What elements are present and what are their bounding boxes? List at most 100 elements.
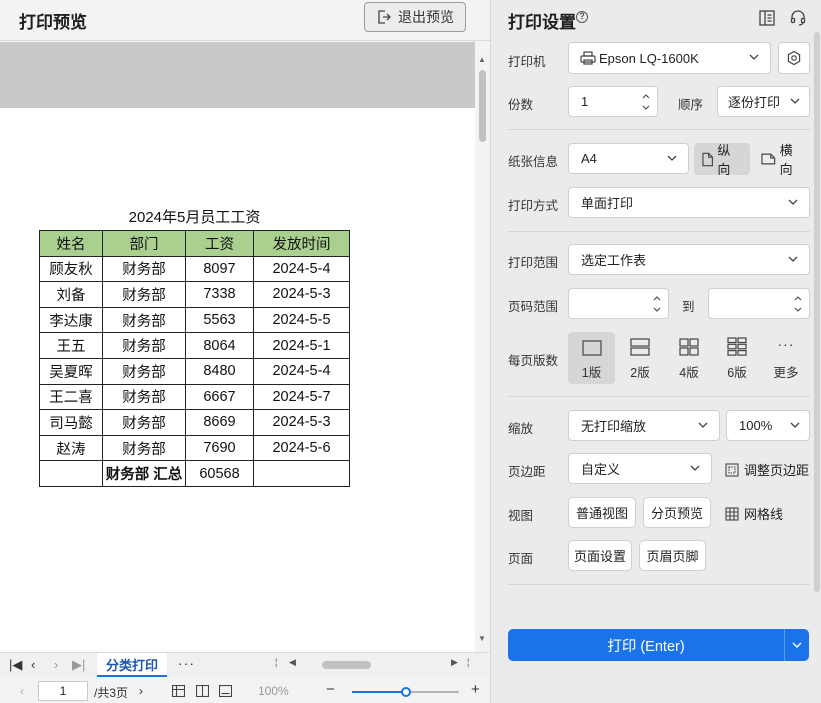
scroll-thumb[interactable] bbox=[479, 70, 486, 142]
print-button[interactable]: 打印 (Enter) bbox=[508, 629, 809, 661]
copies-stepper-icon[interactable] bbox=[641, 90, 651, 114]
exit-preview-button[interactable]: 退出预览 bbox=[364, 2, 466, 32]
sheet-title: 2024年5月员工工资 bbox=[128, 209, 261, 226]
scale-percent-select[interactable]: 100% bbox=[726, 410, 810, 441]
margin-value: 自定义 bbox=[581, 462, 621, 477]
reading-view-icon[interactable] bbox=[196, 685, 209, 697]
panel-layout-icon[interactable] bbox=[758, 9, 776, 27]
page-from-stepper-icon[interactable] bbox=[652, 292, 662, 316]
print-options-dropdown[interactable] bbox=[785, 629, 809, 661]
table-cell: 赵涛 bbox=[39, 434, 103, 462]
preview-canvas[interactable]: 2024年5月员工工资 姓名 部门 工资 发放时间 顾友秋 财务部 8097 2024… bbox=[0, 42, 475, 652]
scroll-left-separator-icon: ¦ bbox=[275, 657, 278, 667]
prev-sheet-icon[interactable]: ‹ bbox=[31, 657, 35, 672]
adjust-margin-button[interactable]: 调整页边距 bbox=[725, 460, 809, 479]
portrait-page-icon bbox=[702, 152, 713, 166]
landscape-label: 横向 bbox=[779, 143, 793, 177]
page-range-from-input[interactable] bbox=[568, 288, 669, 319]
table-cell: 王五 bbox=[39, 332, 103, 359]
summary-cell: 60568 bbox=[185, 460, 254, 487]
margin-select[interactable]: 自定义 bbox=[568, 453, 712, 484]
layout-6-option[interactable]: 6版 bbox=[715, 332, 759, 384]
help-icon[interactable]: ? bbox=[576, 11, 588, 23]
first-sheet-icon[interactable]: |◀ bbox=[9, 657, 22, 673]
page-to-stepper-icon[interactable] bbox=[793, 292, 803, 316]
preview-page: 2024年5月员工工资 姓名 部门 工资 发放时间 顾友秋 财务部 8097 2024… bbox=[0, 108, 475, 652]
copies-input[interactable]: 1 bbox=[568, 86, 658, 117]
page-range-to-input[interactable] bbox=[708, 288, 810, 319]
next-page-icon[interactable]: › bbox=[139, 684, 143, 698]
view-label: 视图 bbox=[508, 509, 534, 523]
order-label: 顺序 bbox=[678, 98, 704, 112]
printer-select[interactable]: Epson LQ-1600K bbox=[568, 42, 771, 74]
horizontal-scrollbar[interactable]: ¦ ◀ ▶ ¦ bbox=[275, 656, 469, 673]
layout-1-label: 1版 bbox=[581, 366, 602, 380]
zoom-percent: 100% bbox=[258, 684, 289, 698]
last-sheet-icon[interactable]: ▶| bbox=[72, 657, 85, 673]
sheet-tab-bar: |◀ ‹ › ▶| 分类打印 ··· ¦ ◀ ▶ ¦ bbox=[0, 652, 490, 677]
gridlines-toggle[interactable]: 网格线 bbox=[725, 504, 783, 523]
table-cell: 2024-5-1 bbox=[253, 332, 350, 359]
zoom-out-icon[interactable]: − bbox=[326, 681, 335, 698]
table-cell: 财务部 bbox=[102, 332, 186, 359]
sheet-tab[interactable]: 分类打印 bbox=[97, 653, 167, 677]
zoom-slider[interactable] bbox=[352, 687, 459, 697]
table-cell: 顾友秋 bbox=[39, 255, 103, 283]
page-setup-button[interactable]: 页面设置 bbox=[568, 540, 632, 571]
scroll-left-icon[interactable]: ◀ bbox=[289, 657, 296, 668]
print-mode-value: 单面打印 bbox=[581, 196, 634, 211]
print-settings-panel: 打印设置 ? 打印机 Epson LQ-1600K 份数 1 顺序 逐份打印 纸… bbox=[490, 0, 821, 703]
settings-scroll-thumb[interactable] bbox=[814, 32, 820, 592]
portrait-button[interactable]: 纵向 bbox=[694, 143, 750, 177]
layout-1-option[interactable]: 1版 bbox=[568, 332, 615, 384]
prev-page-icon[interactable]: ‹ bbox=[20, 684, 24, 698]
scroll-right-icon[interactable]: ▶ bbox=[451, 657, 458, 668]
scroll-down-icon[interactable]: ▼ bbox=[478, 634, 486, 643]
chevron-down-icon bbox=[667, 155, 677, 161]
table-row: 李达康 财务部 5563 2024-5-5 bbox=[39, 306, 350, 334]
salary-table: 姓名 部门 工资 发放时间 顾友秋 财务部 8097 2024-5-4 刘备 财务部 733… bbox=[39, 230, 350, 487]
section-divider bbox=[508, 584, 810, 585]
summary-row: 财务部 汇总 60568 bbox=[39, 460, 350, 487]
horizontal-scroll-thumb[interactable] bbox=[322, 661, 371, 669]
page-view-icon[interactable] bbox=[219, 685, 232, 697]
normal-view-button[interactable]: 普通视图 bbox=[568, 497, 636, 528]
vertical-scrollbar[interactable]: ▲ ▼ bbox=[475, 42, 490, 652]
print-button-label[interactable]: 打印 (Enter) bbox=[508, 629, 784, 661]
table-cell: 财务部 bbox=[102, 383, 186, 411]
section-divider bbox=[508, 231, 810, 232]
table-row: 赵涛 财务部 7690 2024-5-6 bbox=[39, 434, 350, 462]
header-cell: 发放时间 bbox=[253, 230, 350, 257]
copies-value: 1 bbox=[581, 94, 589, 109]
page-number-input[interactable]: 1 bbox=[38, 681, 88, 701]
scale-label: 缩放 bbox=[508, 422, 534, 436]
normal-view-icon[interactable] bbox=[172, 685, 185, 697]
scale-select[interactable]: 无打印缩放 bbox=[568, 410, 720, 441]
layout-2-label: 2版 bbox=[630, 366, 650, 380]
order-select[interactable]: 逐份打印 bbox=[717, 86, 810, 117]
layout-more-option[interactable]: ··· 更多 bbox=[764, 332, 808, 384]
print-mode-select[interactable]: 单面打印 bbox=[568, 187, 810, 218]
layout-4-option[interactable]: 4版 bbox=[667, 332, 711, 384]
status-bar: ‹ 1 /共3页 › 100% − + bbox=[0, 679, 490, 703]
printer-properties-button[interactable] bbox=[778, 42, 810, 74]
table-cell: 2024-5-6 bbox=[253, 434, 350, 462]
paper-size-select[interactable]: A4 bbox=[568, 143, 689, 174]
zoom-in-icon[interactable]: + bbox=[471, 681, 480, 698]
landscape-button[interactable]: 横向 bbox=[753, 143, 813, 177]
table-cell: 李达康 bbox=[39, 306, 103, 334]
layout-2-option[interactable]: 2版 bbox=[618, 332, 662, 384]
more-sheets-icon[interactable]: ··· bbox=[178, 655, 195, 671]
header-footer-button[interactable]: 页眉页脚 bbox=[639, 540, 706, 571]
scale-percent-value: 100% bbox=[739, 418, 773, 433]
chevron-down-icon bbox=[698, 422, 708, 428]
page-break-preview-button[interactable]: 分页预览 bbox=[643, 497, 711, 528]
one-page-icon bbox=[581, 340, 602, 356]
zoom-slider-knob[interactable] bbox=[400, 687, 411, 697]
scroll-up-icon[interactable]: ▲ bbox=[478, 55, 486, 64]
next-sheet-icon[interactable]: › bbox=[54, 657, 58, 672]
settings-scrollbar[interactable] bbox=[813, 32, 821, 602]
support-headset-icon[interactable] bbox=[789, 9, 807, 27]
print-range-select[interactable]: 选定工作表 bbox=[568, 244, 810, 275]
table-cell: 8669 bbox=[185, 409, 254, 436]
